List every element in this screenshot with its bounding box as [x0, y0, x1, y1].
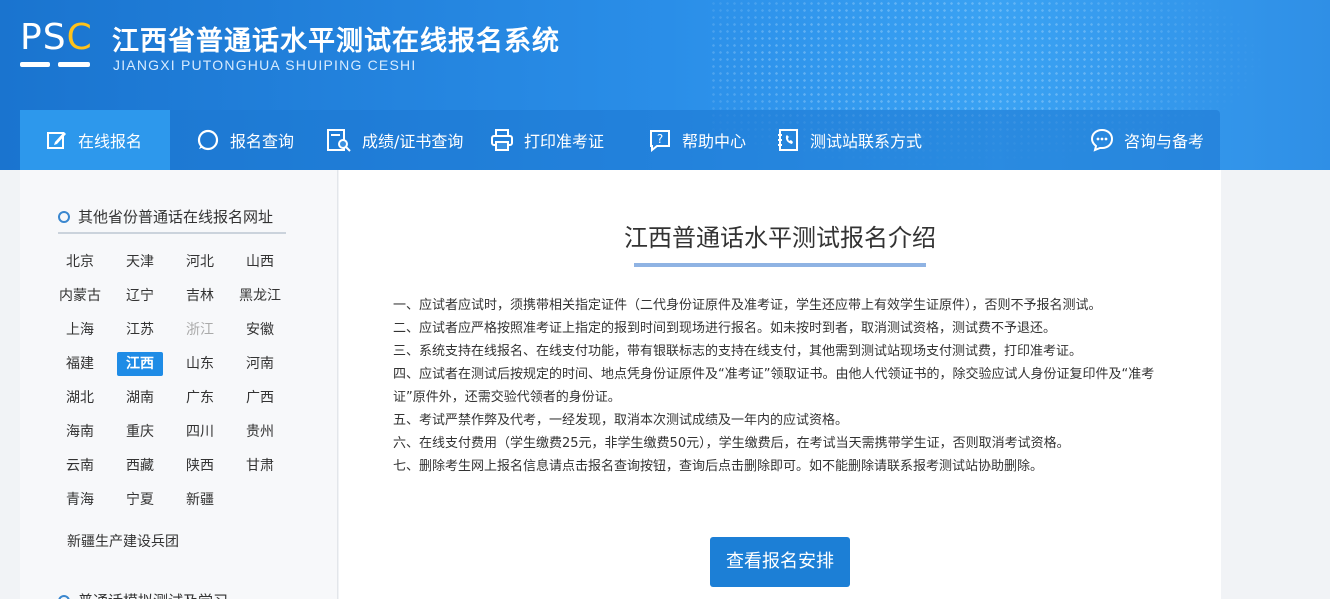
sidebar-divider: [58, 232, 286, 234]
site-subtitle: JIANGXI PUTONGHUA SHUIPING CESHI: [113, 57, 417, 73]
sidebar-title-2-text: 普通话模拟测试及学习: [78, 590, 228, 599]
province-link[interactable]: 青海: [57, 488, 103, 512]
rule-item: 六、在线支付费用（学生缴费25元，非学生缴费50元），学生缴费后，在考试当天需携…: [393, 436, 1070, 451]
main-nav: 在线报名 报名查询 成绩/证书查询 打印准考证 ? 帮助中心 测试站联系方式 咨…: [20, 110, 1220, 170]
rule-item: 二、应试者应严格按照准考证上指定的报到时间到现场进行报名。如未按时到者，取消测试…: [393, 321, 1057, 336]
sidebar-title-2: 普通话模拟测试及学习: [58, 590, 228, 599]
province-link[interactable]: 广东: [177, 386, 223, 410]
main-content: 江西普通话水平测试报名介绍 一、应试者应试时，须携带相关指定证件（二代身份证原件…: [339, 170, 1221, 599]
nav-registration-query[interactable]: 报名查询: [196, 110, 294, 170]
province-link[interactable]: 宁夏: [117, 488, 163, 512]
province-link[interactable]: 贵州: [237, 420, 283, 444]
nav-label: 测试站联系方式: [810, 132, 923, 151]
nav-label: 帮助中心: [682, 132, 747, 151]
province-link[interactable]: 北京: [57, 250, 103, 274]
province-link[interactable]: 陕西: [177, 454, 223, 478]
site-title: 江西省普通话水平测试在线报名系统: [112, 26, 560, 57]
province-link[interactable]: 西藏: [117, 454, 163, 478]
view-schedule-button[interactable]: 查看报名安排: [710, 537, 850, 587]
province-link[interactable]: 湖北: [57, 386, 103, 410]
sidebar-title-text: 其他省份普通话在线报名网址: [78, 208, 274, 226]
province-link[interactable]: 新疆: [177, 488, 223, 512]
province-link[interactable]: 湖南: [117, 386, 163, 410]
title-underline: [634, 263, 926, 267]
province-link[interactable]: 黑龙江: [237, 284, 283, 308]
circle-bullet-icon: [58, 210, 70, 223]
sidebar: 其他省份普通话在线报名网址 北京 天津 河北 山西内蒙古 辽宁 吉林 黑龙江上海 江苏 浙江 安徽…: [20, 170, 338, 599]
circle-bullet-icon: [58, 594, 70, 599]
province-link[interactable]: 重庆: [117, 420, 163, 444]
nav-online-register[interactable]: 在线报名: [20, 110, 170, 170]
page-title: 江西普通话水平测试报名介绍: [624, 224, 936, 252]
province-link[interactable]: 辽宁: [117, 284, 163, 308]
province-link[interactable]: 河北: [177, 250, 223, 274]
edit-icon: [47, 132, 66, 149]
nav-label: 打印准考证: [524, 132, 605, 151]
nav-test-center-contacts[interactable]: 测试站联系方式: [776, 110, 922, 170]
province-link[interactable]: 广西: [237, 386, 283, 410]
rule-item: 七、删除考生网上报名信息请点击报名查询按钮，查询后点击删除即可。如不能删除请联系…: [393, 459, 1044, 474]
nav-label: 咨询与备考: [1124, 132, 1205, 151]
province-link[interactable]: 四川: [177, 420, 223, 444]
help-icon: ?: [650, 130, 670, 152]
nav-label: 报名查询: [230, 132, 295, 151]
psc-logo: PSC: [20, 18, 92, 74]
province-link[interactable]: 山东: [177, 352, 223, 376]
province-link[interactable]: 上海: [57, 318, 103, 342]
rule-item: 五、考试严禁作弊及代考，一经发现，取消本次测试成绩及一年内的应试资格。: [393, 413, 849, 428]
phone-book-icon: [778, 129, 798, 151]
search-circle-icon: [197, 129, 219, 151]
nav-consult-prepare[interactable]: 咨询与备考: [1090, 110, 1204, 170]
rule-item: 四、应试者在测试后按规定的时间、地点凭身份证原件及“准考证”领取证书。由他人代领…: [393, 367, 1155, 405]
nav-help-center[interactable]: ? 帮助中心: [648, 110, 746, 170]
province-link[interactable]: 河南: [237, 352, 283, 376]
nav-print-admission[interactable]: 打印准考证: [490, 110, 604, 170]
printer-icon: [491, 129, 513, 151]
rules-list: 一、应试者应试时，须携带相关指定证件（二代身份证原件及准考证，学生还应带上有效学…: [393, 294, 1173, 478]
province-link[interactable]: 云南: [57, 454, 103, 478]
province-link[interactable]: 内蒙古: [57, 284, 103, 308]
province-link[interactable]: 浙江: [177, 318, 223, 342]
province-link[interactable]: 江苏: [117, 318, 163, 342]
province-link[interactable]: 吉林: [177, 284, 223, 308]
province-link[interactable]: 甘肃: [237, 454, 283, 478]
nav-score-certificate-query[interactable]: 成绩/证书查询: [326, 110, 463, 170]
province-link[interactable]: 海南: [57, 420, 103, 444]
header-banner: PSC 江西省普通话水平测试在线报名系统 JIANGXI PUTONGHUA S…: [0, 0, 1330, 170]
rule-item: 三、系统支持在线报名、在线支付功能，带有银联标志的支持在线支付，其他需到测试站现…: [393, 344, 1083, 359]
province-link-xinjiang-bingtuan[interactable]: 新疆生产建设兵团: [67, 531, 179, 551]
chat-icon: [1090, 128, 1114, 152]
svg-text:?: ?: [657, 132, 663, 146]
rule-item: 一、应试者应试时，须携带相关指定证件（二代身份证原件及准考证，学生还应带上有效学…: [393, 298, 1102, 313]
nav-label: 成绩/证书查询: [362, 132, 464, 151]
nav-label: 在线报名: [78, 132, 143, 151]
doc-search-icon: [327, 129, 351, 152]
province-link[interactable]: 江西: [117, 352, 163, 376]
province-link[interactable]: 天津: [117, 250, 163, 274]
sidebar-title: 其他省份普通话在线报名网址: [58, 206, 273, 227]
province-link[interactable]: 山西: [237, 250, 283, 274]
province-link[interactable]: 福建: [57, 352, 103, 376]
province-link[interactable]: 安徽: [237, 318, 283, 342]
